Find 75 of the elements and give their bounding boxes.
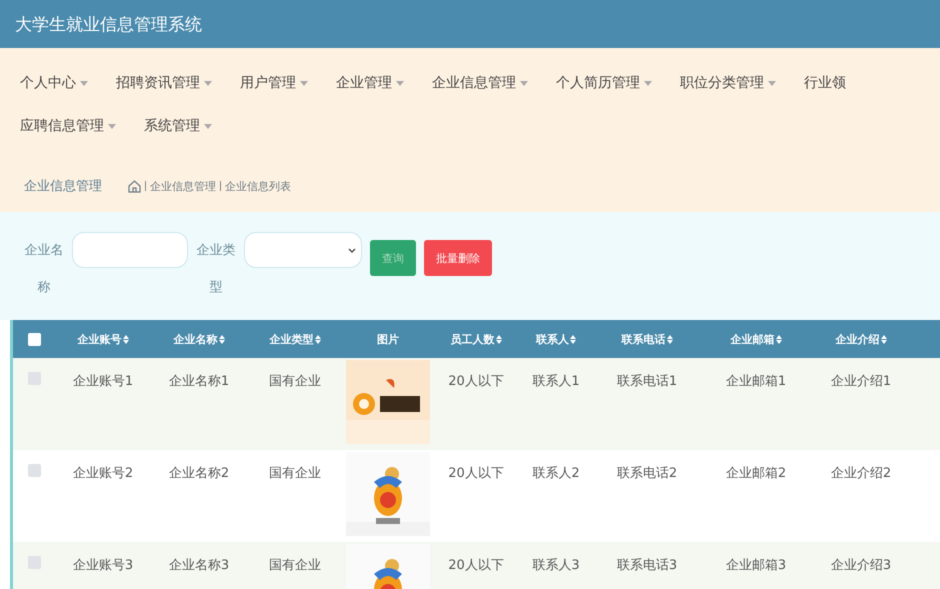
table-cell-text: 企业邮箱2	[724, 465, 788, 482]
select-all-checkbox[interactable]	[28, 332, 40, 346]
column-header[interactable]: 联系人	[536, 332, 576, 346]
column-header[interactable]: 企业邮箱	[730, 332, 782, 346]
column-header[interactable]: 企业账号	[78, 332, 128, 346]
table-cell-text: 20人以下	[447, 373, 505, 390]
column-header[interactable]: 企业类型	[270, 332, 320, 346]
caret-icon	[396, 80, 404, 86]
column-header[interactable]: 企业名称	[174, 332, 224, 346]
table-cell-text: 企业介绍2	[830, 465, 892, 482]
table-cell-text: 企业介绍3	[830, 557, 892, 574]
field-label: 企业名称	[24, 242, 64, 297]
caret-icon	[520, 80, 528, 86]
sort-icon	[496, 334, 502, 344]
table-cell-text: 国有企业	[268, 465, 322, 482]
menu-item[interactable]: 招聘资讯管理	[116, 64, 212, 102]
caret-icon	[108, 124, 116, 129]
breadcrumb-divider	[220, 181, 221, 191]
row-checkbox[interactable]	[28, 464, 40, 477]
home-icon	[128, 180, 141, 192]
app-title: 大学生就业信息管理系统	[15, 14, 202, 36]
menu-item[interactable]: 行业领	[804, 64, 846, 102]
column-header[interactable]: 员工人数	[450, 332, 502, 346]
table-cell-text: 企业名称2	[168, 465, 230, 482]
table-cell-text: 20人以下	[447, 465, 505, 482]
table-cell-text: 国有企业	[268, 557, 322, 574]
menu-item[interactable]: 个人中心	[20, 64, 88, 102]
table-cell-text: 企业账号1	[72, 373, 134, 390]
caret-icon	[644, 80, 652, 86]
caret-icon	[80, 80, 88, 86]
menu-item[interactable]: 企业管理	[336, 64, 404, 102]
menu-item[interactable]: 个人简历管理	[556, 64, 652, 102]
sort-icon	[776, 334, 782, 344]
table-cell-text: 企业名称1	[168, 373, 230, 390]
delete-button[interactable]: 批量删除	[424, 240, 492, 276]
table-cell-text: 企业名称3	[168, 557, 230, 574]
table-cell-text: 国有企业	[268, 373, 322, 390]
table-cell-text: 联系电话1	[616, 373, 678, 390]
table-cell-text: 联系电话3	[616, 557, 678, 574]
caret-icon	[768, 80, 776, 86]
breadcrumb-link[interactable]: 企业信息管理	[150, 178, 216, 194]
input-field[interactable]	[72, 232, 188, 268]
caret-icon	[300, 80, 308, 86]
select-field[interactable]	[244, 232, 362, 268]
breadcrumb-divider	[145, 181, 146, 191]
dropdown-icon	[348, 248, 356, 252]
column-header[interactable]: 联系电话	[622, 332, 672, 346]
page-title: 企业信息管理	[24, 178, 102, 195]
sort-icon	[314, 334, 320, 344]
field-label: 企业类型	[196, 242, 236, 297]
menu-item[interactable]: 用户管理	[240, 64, 308, 102]
sort-icon	[122, 334, 128, 344]
menu-item[interactable]: 企业信息管理	[432, 64, 528, 102]
column-header: 图片	[377, 332, 399, 346]
sort-icon	[880, 334, 886, 344]
table-cell-text: 联系人1	[531, 373, 581, 390]
table-cell-text: 企业账号3	[72, 557, 134, 574]
table-cell-text: 20人以下	[447, 557, 505, 574]
table-cell-text: 联系电话2	[616, 465, 678, 482]
menu-item[interactable]: 职位分类管理	[680, 64, 776, 102]
column-header[interactable]: 企业介绍	[836, 332, 886, 346]
caret-icon	[204, 80, 212, 86]
table-cell-text: 企业介绍1	[830, 373, 892, 390]
table-cell-text: 联系人2	[531, 465, 581, 482]
sort-icon	[666, 334, 672, 344]
sort-icon	[218, 334, 224, 344]
sort-icon	[570, 334, 576, 344]
table-cell-text: 企业账号2	[72, 465, 134, 482]
table-cell-text: 企业邮箱3	[724, 557, 788, 574]
menu-item[interactable]: 系统管理	[144, 107, 212, 146]
table-cell-text: 企业邮箱1	[724, 373, 788, 390]
caret-icon	[204, 124, 212, 129]
menu-item[interactable]: 应聘信息管理	[20, 107, 116, 146]
breadcrumb-link[interactable]: 企业信息列表	[225, 178, 291, 194]
table-cell-text: 联系人3	[531, 557, 581, 574]
